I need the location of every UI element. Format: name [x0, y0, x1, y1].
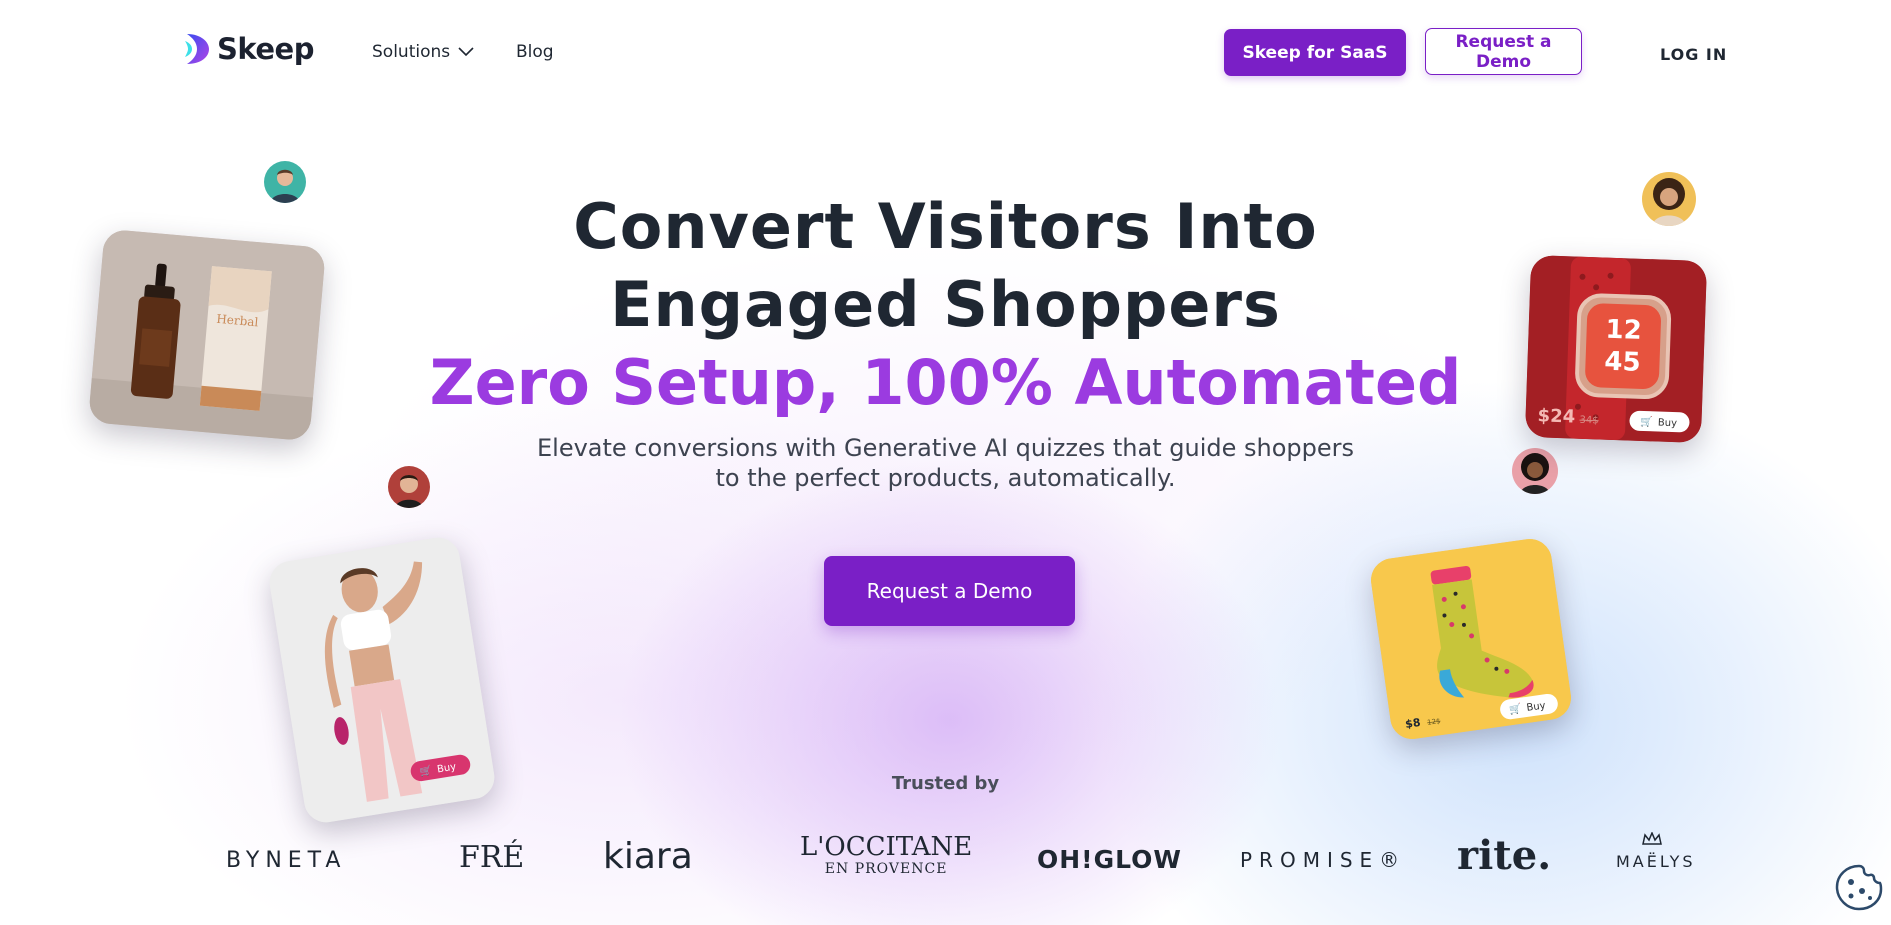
maelys-crown-icon [1642, 832, 1662, 845]
brand-logo-ohglow: OH!GLOW [1037, 845, 1182, 874]
watch-time-top: 12 [1605, 315, 1642, 346]
watch-time-bottom: 45 [1604, 347, 1641, 378]
skeep-logo-icon [185, 34, 209, 64]
cookie-icon[interactable] [1834, 862, 1884, 912]
nav-solutions[interactable]: Solutions [372, 42, 474, 62]
product-card-serum: Herbal [87, 228, 327, 442]
skeep-for-saas-button[interactable]: Skeep for SaaS [1224, 29, 1406, 76]
nav-blog[interactable]: Blog [516, 42, 554, 62]
brand-logo-promise: PROMISE® [1240, 848, 1407, 872]
watch-buy-label[interactable]: Buy [1658, 418, 1678, 430]
nav-solutions-label: Solutions [372, 42, 451, 62]
sock-price: $8 [1404, 716, 1421, 731]
hero-subtitle-line2: to the perfect products, automatically. [715, 464, 1176, 492]
watch-old-price: 34$ [1579, 415, 1598, 427]
product-card-sock: $8 12$ Buy 🛒 [1368, 536, 1574, 742]
request-demo-cta-button[interactable]: Request a Demo [824, 556, 1075, 626]
brand-logo-kiara: kiara [603, 836, 693, 877]
loccitane-name: L'OCCITANE [800, 832, 973, 862]
chevron-down-icon [458, 47, 474, 57]
request-demo-header-button[interactable]: Request a Demo [1425, 28, 1582, 75]
site-header: Skeep Solutions Blog Skeep for SaaS Requ… [0, 0, 1891, 105]
loccitane-subtitle: EN PROVENCE [824, 861, 948, 877]
login-link[interactable]: LOG IN [1660, 45, 1727, 64]
avatar [1512, 448, 1558, 494]
watch-price: $24 [1537, 405, 1575, 427]
cart-icon: 🛒 [1640, 415, 1653, 428]
avatar [1642, 172, 1696, 226]
logo[interactable]: Skeep [183, 32, 315, 66]
brand-logo-maelys: MAËLYS [1616, 852, 1696, 871]
logo-text: Skeep [217, 32, 315, 66]
avatar [264, 161, 306, 203]
brand-logo-rite: rite. [1457, 832, 1552, 879]
avatar [388, 466, 430, 508]
brand-logo-byneta: BYNETA [226, 848, 347, 873]
brand-logo-fre: FRÉ [459, 840, 525, 875]
trusted-by-label: Trusted by [891, 773, 1000, 794]
brand-logo-loccitane: L'OCCITANE EN PROVENCE [800, 832, 973, 880]
nav-blog-label: Blog [516, 42, 554, 62]
product-card-watch: 12 45 $24 34$ Buy 🛒 [1524, 254, 1708, 444]
